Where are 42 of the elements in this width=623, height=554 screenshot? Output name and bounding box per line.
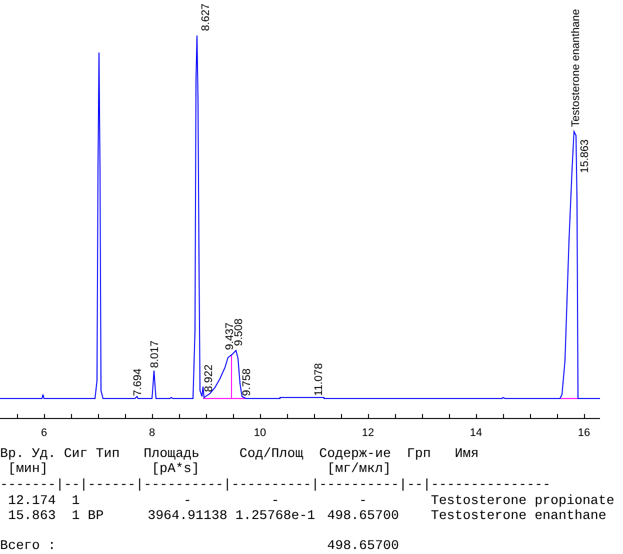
table-cell: BP [88,508,104,523]
axis-tick-label: 10 [254,427,266,439]
separator-line: -------|--|------|----------|----------|----------|--|--------------- [0,476,551,493]
peak-label: 15.863 [579,139,591,173]
column-header: Вр. Уд. [0,446,56,461]
table-cell: - [271,493,280,508]
table-cell-text: 1 [70,493,80,508]
column-unit: [pA*s] [150,461,200,476]
column-header: Имя [454,446,479,461]
axis-tick-label: 14 [470,427,482,439]
table-cell: Testosterone enanthane [430,508,606,523]
total-value: 498.65700 [327,538,399,553]
peak-label: 11.078 [313,363,325,396]
column-header: Сиг [64,446,88,461]
table-cell-text: 15.863 [6,508,56,523]
axis-tick-label: 12 [362,427,374,439]
axis-tick-label: 8 [148,427,156,439]
table-cell: - [184,493,192,508]
table-cell: - [359,493,368,508]
column-header: Грп [406,446,431,461]
column-header: Содерж-ие [319,446,391,461]
table-cell: 3964.91138 [148,508,228,523]
total-label: Всего : [0,538,56,553]
peak-label: 9.508 [233,318,245,346]
peak-label: 8.017 [149,340,161,368]
compound-label: Testosterone enanthane [570,8,582,127]
table-cell: Testosterone propionate [430,493,614,508]
table-cell: 498.65700 [327,508,399,523]
axis-tick-label: 16 [578,427,590,439]
axis-tick-label: 6 [40,427,48,439]
table-cell-text: 12.174 [6,493,56,508]
column-header: Сод/Площ [238,446,304,461]
table-cell-text: 1 [70,508,80,523]
table-cell: 1.25768e-1 [235,508,316,523]
peak-label: 9.758 [241,368,253,396]
column-header: Площадь [144,446,200,461]
peak-label: 8.922 [203,364,215,392]
peak-label: 7.694 [132,368,144,396]
column-unit: [мг/мкл] [326,461,391,476]
column-unit: [мин] [6,461,48,476]
peak-label: 8.627 [200,3,212,31]
column-header: Тип [94,446,120,461]
